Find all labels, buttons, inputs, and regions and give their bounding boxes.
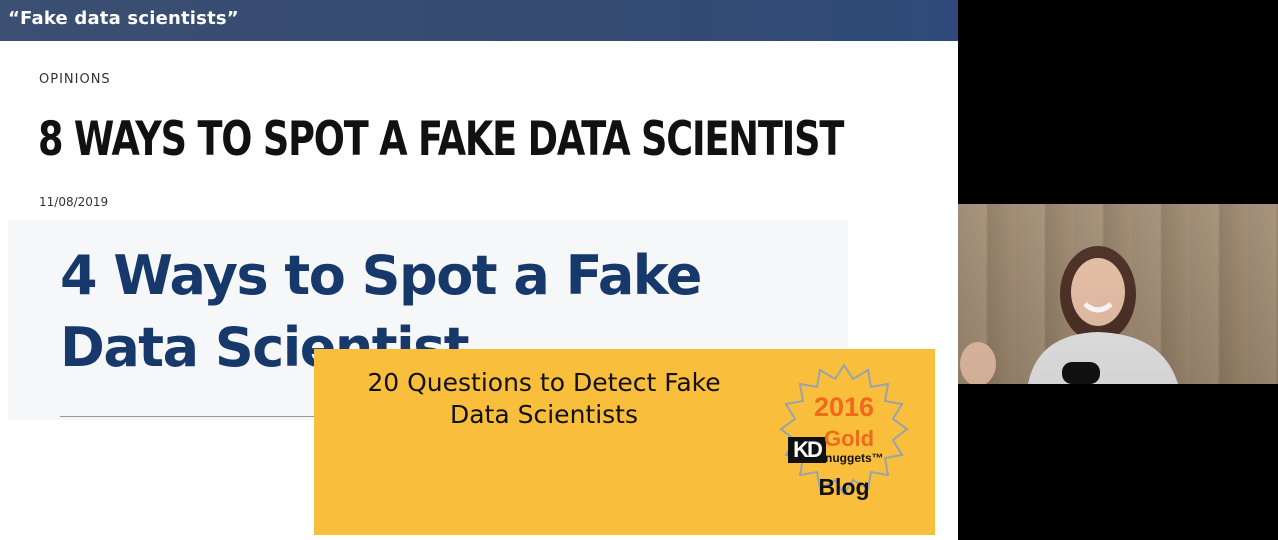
presentation-slide: “Fake data scientists” OPINIONS 8 WAYS T… (0, 0, 958, 540)
webcam-feed (958, 204, 1278, 384)
slide-title-bar: “Fake data scientists” (0, 0, 958, 41)
badge-gold: Gold (824, 426, 875, 451)
award-badge-icon: 2016 KD Gold nuggets™ Blog (764, 359, 924, 529)
badge-year: 2016 (813, 392, 875, 422)
kdnuggets-logo: KD (788, 437, 826, 463)
card-title: 20 Questions to Detect Fake Data Scienti… (367, 368, 721, 429)
category-label: OPINIONS (39, 72, 111, 87)
badge-blog: Blog (818, 474, 870, 500)
divider (60, 416, 316, 417)
webcam-shade (958, 204, 1278, 384)
article-card: 20 Questions to Detect Fake Data Scienti… (314, 349, 935, 535)
article-date: 11/08/2019 (39, 195, 109, 209)
badge-nuggets: nuggets™ (825, 451, 884, 465)
slide-title: “Fake data scientists” (8, 8, 239, 29)
article-headline: 8 WAYS TO SPOT A FAKE DATA SCIENTIST (38, 112, 844, 167)
